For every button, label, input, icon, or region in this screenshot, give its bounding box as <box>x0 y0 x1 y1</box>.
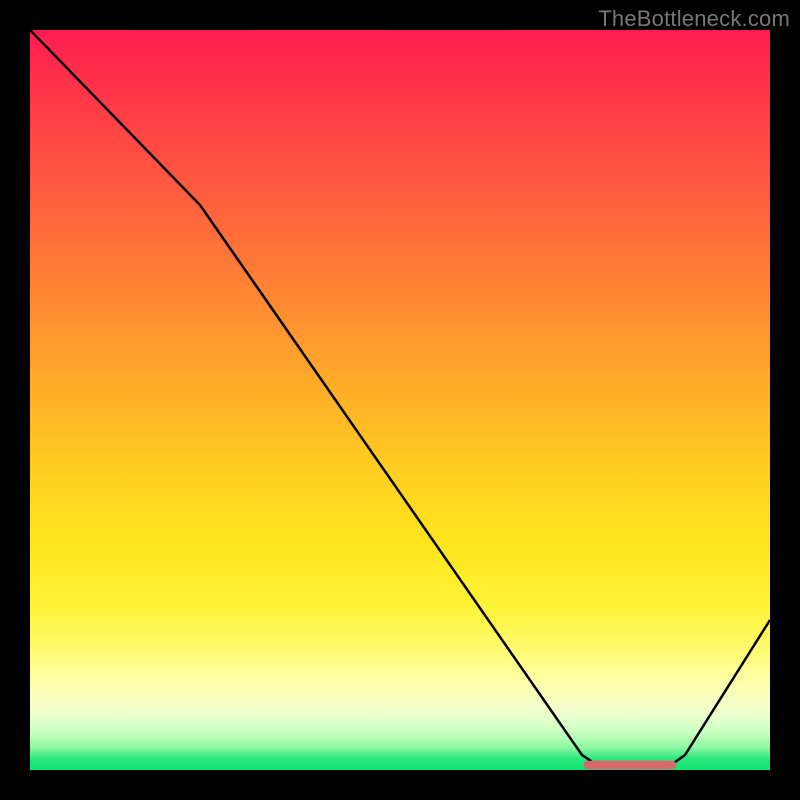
chart-container: TheBottleneck.com <box>0 0 800 800</box>
bottleneck-curve <box>30 30 770 767</box>
chart-overlay <box>30 30 770 770</box>
optimal-marker-cap-left <box>584 761 593 770</box>
watermark-label: TheBottleneck.com <box>598 6 790 32</box>
optimal-marker-cap-right <box>668 761 677 770</box>
plot-area <box>30 30 770 770</box>
optimal-range-marker <box>588 761 672 770</box>
